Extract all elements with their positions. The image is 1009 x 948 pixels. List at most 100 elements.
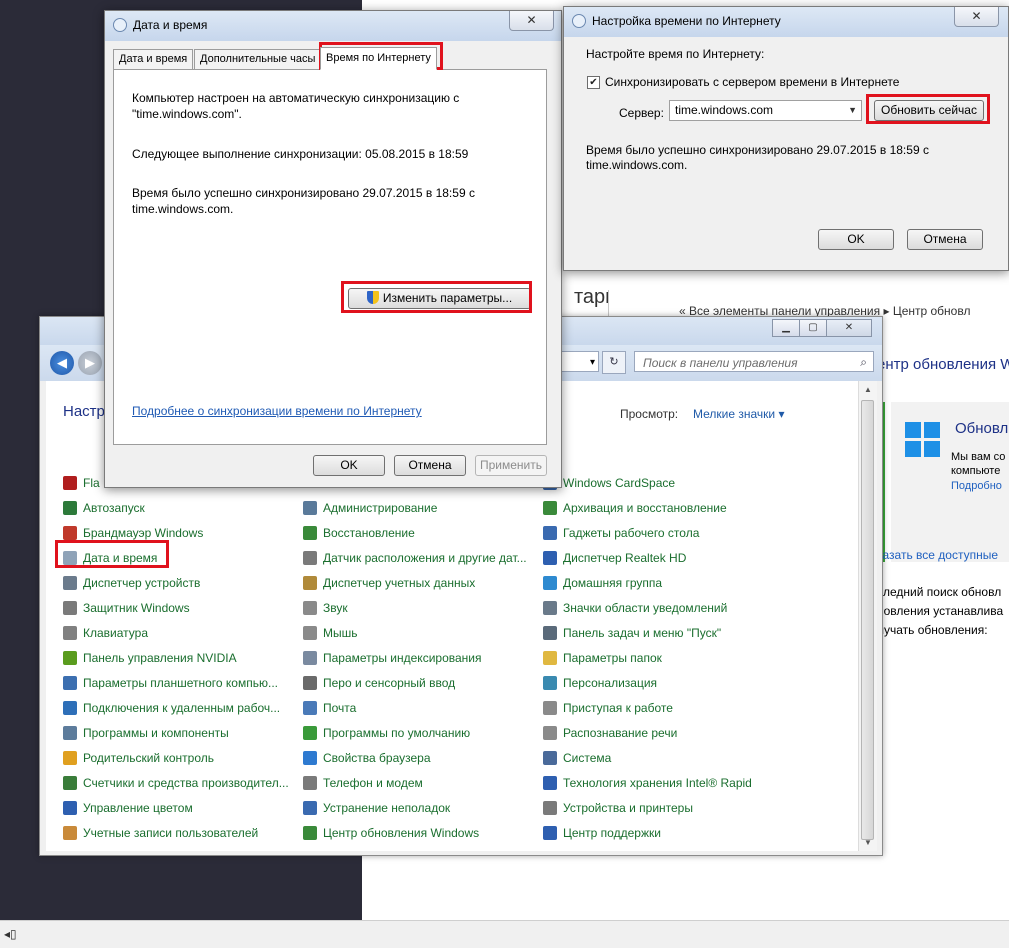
close-button[interactable]: ✕ [826, 319, 872, 337]
search-icon[interactable]: ⌕ [860, 355, 867, 370]
control-panel-item[interactable]: Параметры планшетного компью... [63, 671, 289, 696]
control-panel-item[interactable]: Персонализация [543, 671, 752, 696]
control-panel-item[interactable]: Приступая к работе [543, 696, 752, 721]
control-panel-item[interactable]: Панель задач и меню "Пуск" [543, 621, 752, 646]
date-time-dialog: Дата и время ✕ Дата и время Дополнительн… [104, 10, 562, 488]
control-panel-item-label: Подключения к удаленным рабоч... [83, 701, 281, 715]
vertical-scrollbar[interactable]: ▲ ▼ [858, 381, 877, 851]
internet-time-settings-panel: Настройте время по Интернету: ✔ Синхрони… [570, 37, 1000, 259]
update-info-lines: казать все доступные следний поиск обнов… [877, 546, 1004, 637]
control-panel-item[interactable]: Свойства браузера [303, 746, 527, 771]
control-panel-item[interactable]: Защитник Windows [63, 596, 289, 621]
control-panel-item[interactable]: Автозапуск [63, 496, 289, 521]
control-panel-item[interactable]: Восстановление [303, 521, 527, 546]
control-panel-item[interactable]: Центр обновления Windows [303, 821, 527, 846]
color-management-icon [63, 801, 77, 815]
show-all-updates-link[interactable]: казать все доступные [877, 546, 1003, 565]
control-panel-item[interactable]: Параметры папок [543, 646, 752, 671]
control-panel-item[interactable]: Мышь [303, 621, 527, 646]
control-panel-item[interactable]: Родительский контроль [63, 746, 289, 771]
intel-storage-icon [543, 776, 557, 790]
control-panel-item[interactable]: Счетчики и средства производител... [63, 771, 289, 796]
cancel-button[interactable]: Отмена [394, 455, 466, 476]
view-mode-dropdown[interactable]: Мелкие значки ▾ [693, 407, 784, 421]
control-panel-item[interactable]: Диспетчер Realtek HD [543, 546, 752, 571]
control-panel-item[interactable]: Перо и сенсорный ввод [303, 671, 527, 696]
control-panel-item[interactable]: Программы по умолчанию [303, 721, 527, 746]
date-time-titlebar[interactable]: Дата и время ✕ [105, 11, 561, 41]
control-panel-item[interactable]: Центр поддержки [543, 821, 752, 846]
action-center-icon [543, 826, 557, 840]
minimize-button[interactable]: ▁ [772, 319, 800, 337]
address-dropdown[interactable]: ▾ [561, 351, 599, 372]
control-panel-item[interactable]: Windows CardSpace [543, 471, 752, 496]
control-panel-item-label: Учетные записи пользователей [83, 826, 259, 840]
control-panel-item[interactable]: Учетные записи пользователей [63, 821, 289, 846]
update-panel-link[interactable]: Подробно [951, 480, 1002, 492]
notification-icon [543, 601, 557, 615]
search-input[interactable] [641, 353, 855, 373]
control-panel-item[interactable]: Устранение неполадок [303, 796, 527, 821]
tab-date-time[interactable]: Дата и время [113, 49, 194, 70]
tab-internet-time[interactable]: Время по Интернету [320, 47, 437, 70]
control-panel-item[interactable]: Архивация и восстановление [543, 496, 752, 521]
ok-button[interactable]: OK [818, 229, 894, 250]
search-box[interactable]: ⌕ [634, 351, 874, 373]
chevron-down-icon[interactable]: ▼ [848, 101, 857, 120]
apply-button[interactable]: Применить [475, 455, 547, 476]
ok-button[interactable]: OK [313, 455, 385, 476]
users-icon [63, 826, 77, 840]
internet-time-panel: Компьютер настроен на автоматическую син… [113, 69, 547, 445]
default-programs-icon [303, 726, 317, 740]
cancel-button[interactable]: Отмена [907, 229, 983, 250]
control-panel-item[interactable]: Диспетчер устройств [63, 571, 289, 596]
control-panel-item[interactable]: Панель управления NVIDIA [63, 646, 289, 671]
control-panel-item[interactable]: Администрирование [303, 496, 527, 521]
scroll-down-icon[interactable]: ▼ [859, 834, 877, 851]
control-panel-item[interactable]: Гаджеты рабочего стола [543, 521, 752, 546]
control-panel-item[interactable]: Управление цветом [63, 796, 289, 821]
settings-heading: Настройте время по Интернету: [586, 47, 765, 61]
control-panel-item[interactable]: Параметры индексирования [303, 646, 527, 671]
control-panel-item[interactable]: Звук [303, 596, 527, 621]
view-label: Просмотр: [620, 407, 679, 421]
close-button[interactable]: ✕ [509, 11, 554, 31]
control-panel-item-label: Диспетчер учетных данных [323, 576, 476, 590]
control-panel-item[interactable]: Телефон и модем [303, 771, 527, 796]
refresh-icon[interactable]: ↻ [602, 351, 626, 374]
control-panel-item[interactable]: Система [543, 746, 752, 771]
performance-icon [63, 776, 77, 790]
scroll-up-icon[interactable]: ▲ [859, 381, 877, 398]
tab-additional-clocks[interactable]: Дополнительные часы [194, 49, 322, 70]
control-panel-item[interactable]: Технология хранения Intel® Rapid [543, 771, 752, 796]
control-panel-item-label: Счетчики и средства производител... [83, 776, 289, 790]
control-panel-item[interactable]: Домашняя группа [543, 571, 752, 596]
control-panel-item-label: Домашняя группа [563, 576, 663, 590]
sync-checkbox[interactable]: ✔ [587, 76, 600, 89]
flash-icon [63, 476, 77, 490]
back-arrow-icon[interactable]: ◀ [50, 351, 74, 375]
control-panel-item[interactable]: Значки области уведомлений [543, 596, 752, 621]
control-panel-item[interactable]: Почта [303, 696, 527, 721]
control-panel-item[interactable]: Дата и время [63, 546, 289, 571]
control-panel-item[interactable]: Диспетчер учетных данных [303, 571, 527, 596]
scroll-thumb[interactable] [861, 400, 874, 840]
control-panel-item[interactable]: Программы и компоненты [63, 721, 289, 746]
server-combobox[interactable]: time.windows.com ▼ [669, 100, 862, 121]
realtek-icon [543, 551, 557, 565]
maximize-button[interactable]: ▢ [799, 319, 827, 337]
update-now-button[interactable]: Обновить сейчас [874, 100, 984, 121]
control-panel-item[interactable]: Распознавание речи [543, 721, 752, 746]
control-panel-item[interactable]: Подключения к удаленным рабоч... [63, 696, 289, 721]
last-sync-text: Время было успешно синхронизировано 29.0… [132, 186, 475, 216]
system-icon [543, 751, 557, 765]
close-button[interactable]: ✕ [954, 7, 999, 27]
more-info-link[interactable]: Подробнее о синхронизации времени по Инт… [132, 404, 422, 418]
control-panel-item[interactable]: Датчик расположения и другие дат... [303, 546, 527, 571]
control-panel-item[interactable]: Устройства и принтеры [543, 796, 752, 821]
internet-time-titlebar[interactable]: Настройка времени по Интернету ✕ [564, 7, 1008, 37]
control-panel-item[interactable]: Брандмауэр Windows [63, 521, 289, 546]
change-settings-button[interactable]: Изменить параметры... [348, 288, 531, 309]
control-panel-item[interactable]: Клавиатура [63, 621, 289, 646]
forward-arrow-icon[interactable]: ▶ [78, 351, 102, 375]
